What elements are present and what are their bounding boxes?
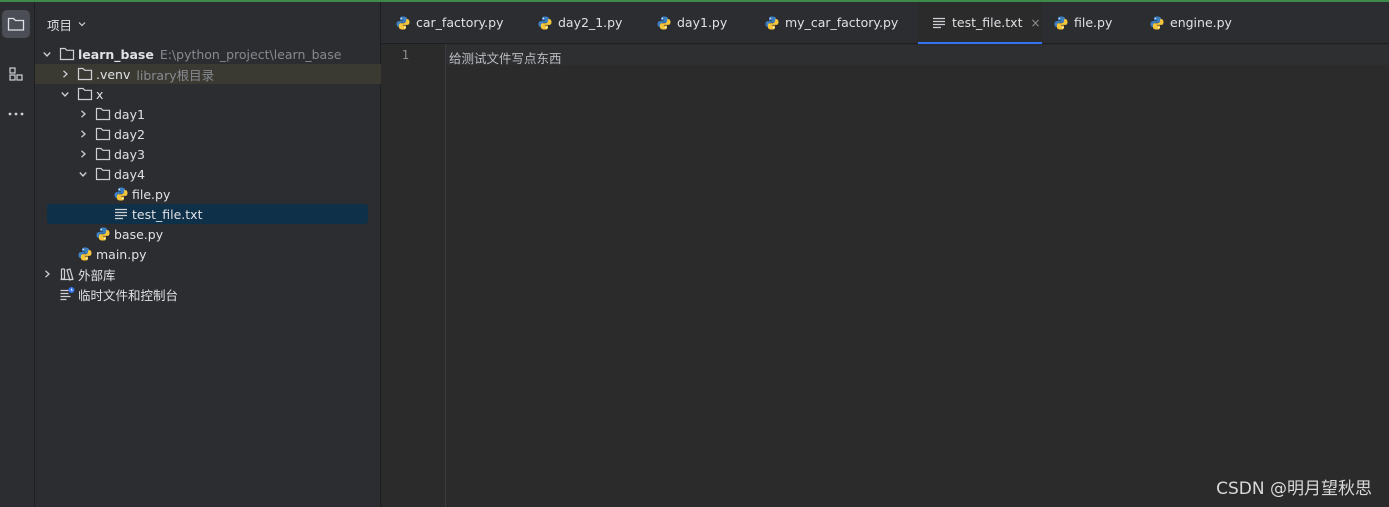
tree-item-label: .venv [96,66,131,82]
editor-tab[interactable]: car_factory.py [395,2,503,43]
chevron-down-icon[interactable] [77,168,89,180]
tree-item[interactable]: file.py [35,184,440,204]
editor-tab-label: day1.py [677,15,728,30]
tree-item[interactable]: day2 [35,124,422,144]
project-panel: 项目 learn_base E:\python_project\learn_bas… [35,2,404,507]
tree-item-label: base.py [114,226,164,242]
project-tool-button[interactable] [2,10,30,38]
editor-tab[interactable]: day2_1.py [537,2,622,43]
tree-item-label: x [96,86,104,102]
folder-icon [95,166,111,182]
activity-bar [0,2,35,507]
tree-item-hint: library根目录 [136,67,215,83]
scratch-file-icon [59,286,75,302]
tree-item-label: test_file.txt [132,206,203,222]
editor-tab[interactable]: my_car_factory.py [764,2,898,43]
text-file-icon [113,206,129,222]
folder-icon [7,17,25,31]
chevron-right-icon[interactable] [59,68,71,80]
tree-item[interactable]: x [35,84,404,104]
project-panel-header[interactable]: 项目 [47,16,87,33]
editor-tab-label: file.py [1074,15,1113,30]
chevron-down-icon [78,22,86,27]
tree-item[interactable]: main.py [35,244,404,264]
editor-area[interactable]: 1 给测试文件写点东西 [381,44,1389,507]
line-gutter: 1 [381,44,446,507]
tree-item-label: 临时文件和控制台 [78,287,179,303]
chevron-right-icon[interactable] [77,128,89,140]
editor-tab[interactable]: test_file.txt × [918,2,1042,44]
editor-tab[interactable]: day1.py [656,2,727,43]
tree-item[interactable]: learn_base E:\python_project\learn_base [35,44,386,64]
current-line-highlight [446,45,1389,65]
chevron-right-icon[interactable] [41,268,53,280]
folder-icon [95,106,111,122]
tree-item[interactable]: 临时文件和控制台 [35,284,386,304]
tree-item-label: day2 [114,126,145,142]
folder-icon [59,46,75,62]
more-tools-button[interactable] [2,100,30,128]
line-number: 1 [401,48,409,62]
tree-item[interactable]: base.py [35,224,422,244]
folder-icon [77,86,93,102]
editor-tab[interactable]: file.py [1053,2,1112,43]
editor-tab-label: my_car_factory.py [785,15,899,30]
watermark: CSDN @明月望秋思 [1216,479,1372,499]
close-tab-icon[interactable]: × [1030,16,1040,30]
library-icon [59,266,75,282]
tree-item-label: day1 [114,106,145,122]
tree-item[interactable]: .venv library根目录 [35,64,404,84]
tree-item[interactable]: 外部库 [35,264,386,284]
tree-item-label: file.py [132,186,171,202]
tree-item[interactable]: day3 [35,144,422,164]
tree-item-hint: E:\python_project\learn_base [159,46,342,62]
python-file-icon [1053,15,1069,31]
folder-icon [77,66,93,82]
chevron-down-icon[interactable] [59,88,71,100]
chevron-right-icon[interactable] [77,148,89,160]
chevron-right-icon[interactable] [77,108,89,120]
editor-tab-label: engine.py [1170,15,1232,30]
python-file-icon [77,246,93,262]
editor-tab[interactable]: engine.py [1149,2,1232,43]
editor-tab-label: test_file.txt [952,15,1023,30]
tree-item-label: 外部库 [78,267,116,283]
chevron-down-icon[interactable] [41,48,53,60]
folder-icon [95,126,111,142]
python-file-icon [395,15,411,31]
tree-item[interactable]: test_file.txt [47,204,368,224]
tree-item-label: day4 [114,166,145,182]
structure-tool-button[interactable] [2,60,30,88]
python-file-icon [95,226,111,242]
python-file-icon [1149,15,1165,31]
folder-icon [95,146,111,162]
python-file-icon [764,15,780,31]
tree-item-label: main.py [96,246,147,262]
tree-item-label: learn_base [78,46,154,62]
editor-tab-label: day2_1.py [558,15,623,30]
editor-tab-label: car_factory.py [416,15,504,30]
structure-icon [9,67,23,81]
python-file-icon [537,15,553,31]
tree-item-label: day3 [114,146,145,162]
tree-item[interactable]: day4 [35,164,422,184]
tree-item[interactable]: day1 [35,104,422,124]
project-panel-title: 项目 [47,17,73,33]
text-file-icon [931,15,947,31]
editor-tab-bar: car_factory.py day2_1.py day1.py my_car_fac… [381,2,1389,44]
python-file-icon [656,15,672,31]
more-dots-icon [8,112,24,116]
python-file-icon [113,186,129,202]
editor-text-line[interactable]: 给测试文件写点东西 [449,48,562,67]
